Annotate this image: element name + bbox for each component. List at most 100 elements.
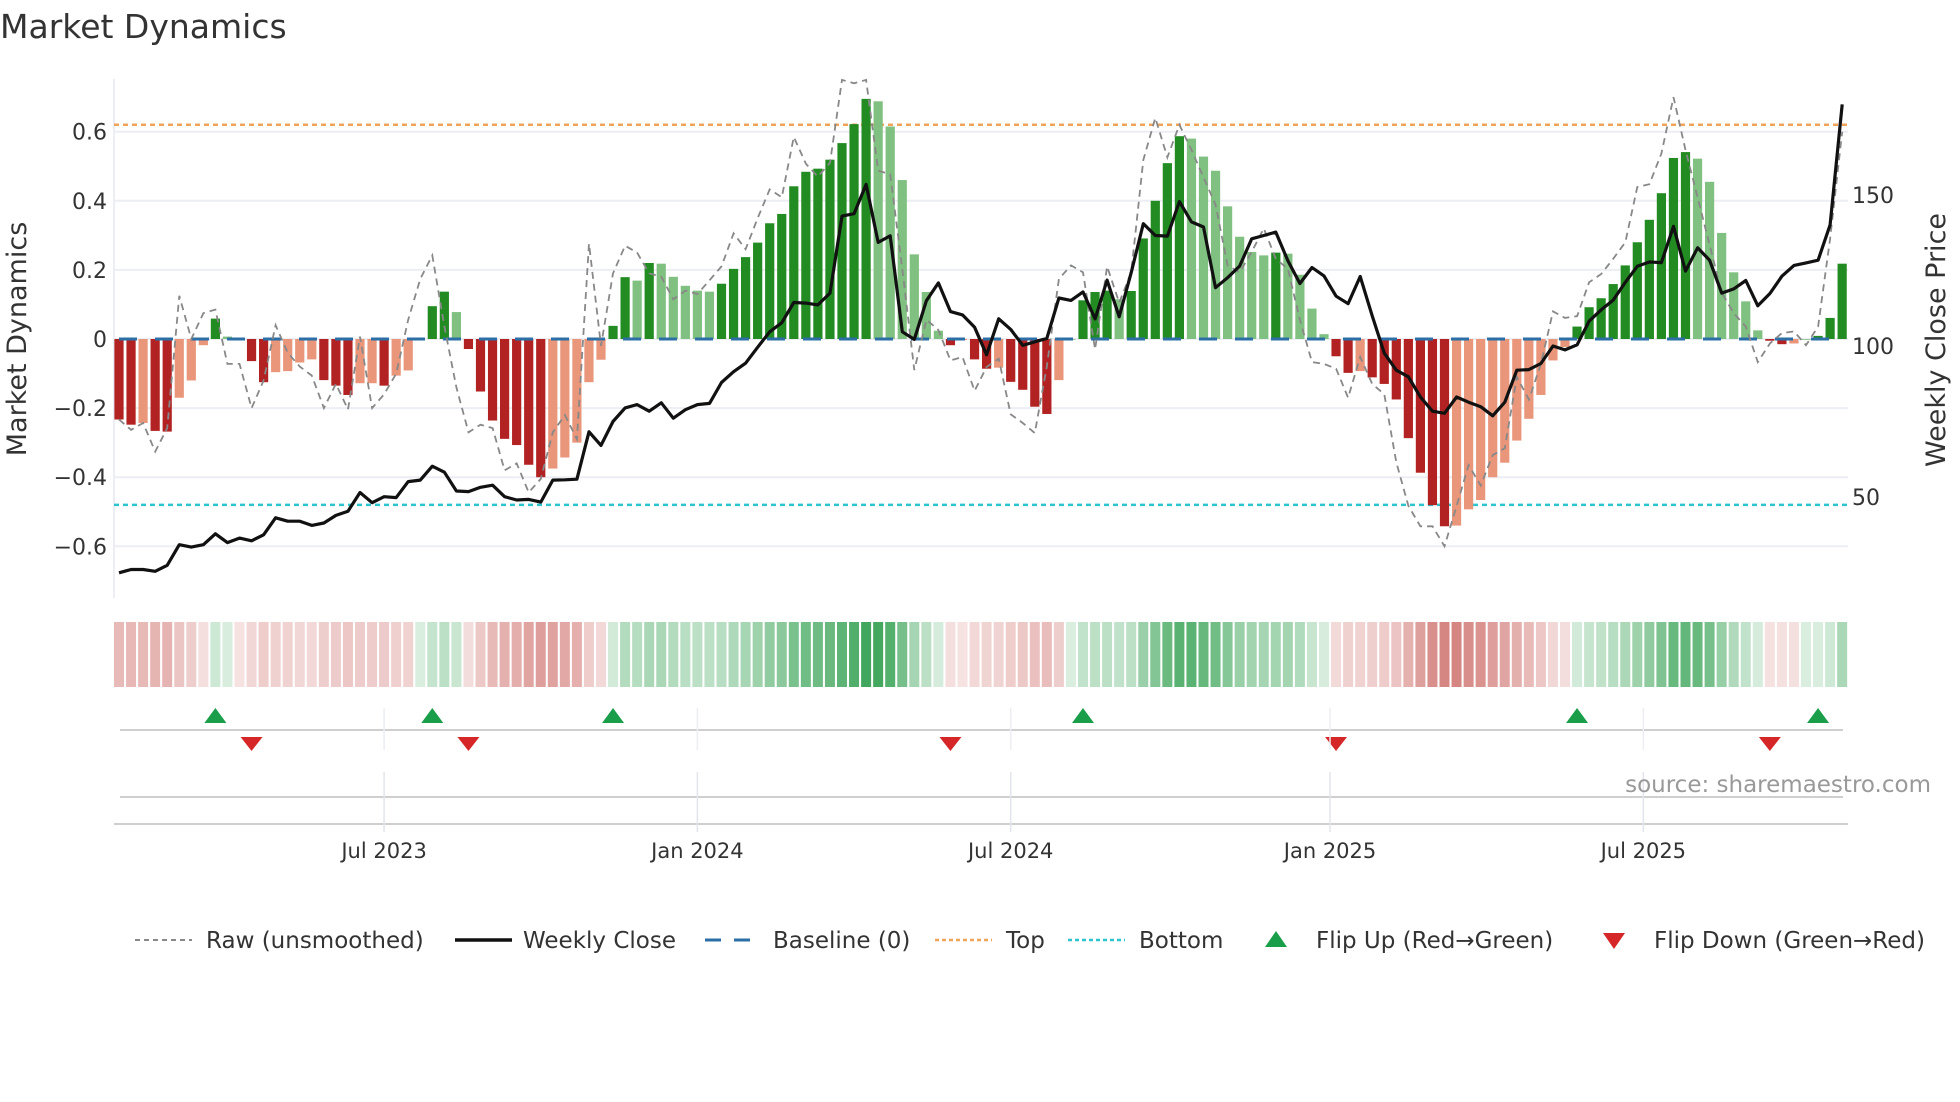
- dynamics-bar: [1765, 339, 1775, 341]
- heatmap-cell: [1825, 622, 1836, 687]
- dynamics-bar: [379, 339, 389, 386]
- heatmap-cell: [692, 622, 703, 687]
- heatmap-cell: [885, 622, 896, 687]
- x-tick-label: Jul 2023: [339, 839, 426, 863]
- heatmap-cell: [1463, 622, 1474, 687]
- dynamics-bar: [331, 339, 341, 386]
- heatmap-cell: [1053, 622, 1064, 687]
- regime-heatmap-strip: [114, 622, 1848, 687]
- heatmap-cell: [1523, 622, 1534, 687]
- dynamics-bar: [1271, 252, 1281, 339]
- dynamics-bar: [1006, 339, 1016, 382]
- dynamics-bar: [885, 126, 895, 339]
- heatmap-cell: [969, 622, 980, 687]
- y-tick-label: −0.2: [54, 397, 107, 422]
- heatmap-cell: [1427, 622, 1438, 687]
- flip-markers-lane: [120, 708, 1843, 798]
- heatmap-cell: [1451, 622, 1462, 687]
- heatmap-cell: [475, 622, 486, 687]
- heatmap-cell: [1788, 622, 1799, 687]
- heatmap-cell: [812, 622, 823, 687]
- dynamics-bar: [692, 290, 702, 339]
- heatmap-cell: [1801, 622, 1811, 687]
- heatmap-cell: [258, 622, 269, 687]
- flip-up-marker: [204, 708, 227, 723]
- heatmap-cell: [1608, 622, 1619, 687]
- heatmap-cell: [583, 622, 594, 687]
- heatmap-cell: [764, 622, 775, 687]
- dynamics-bar: [620, 277, 630, 339]
- heatmap-cell: [391, 622, 402, 687]
- heatmap-cell: [523, 622, 534, 687]
- dynamics-bars: [114, 98, 1847, 527]
- flip-up-marker: [1072, 708, 1094, 723]
- dynamics-bar: [753, 242, 763, 339]
- heatmap-cell: [1367, 622, 1378, 687]
- flip-down-icon: [1603, 933, 1625, 949]
- heatmap-cell: [150, 622, 161, 687]
- dynamics-bar: [1138, 238, 1148, 339]
- dynamics-bar: [1054, 339, 1064, 381]
- heatmap-cell: [800, 622, 811, 687]
- dynamics-bar: [1235, 236, 1245, 339]
- heatmap-cell: [1174, 622, 1185, 687]
- heatmap-cell: [535, 622, 546, 687]
- heatmap-cell: [1499, 622, 1510, 687]
- heatmap-cell: [776, 622, 787, 687]
- dynamics-bar: [1247, 251, 1257, 339]
- x-tick-label: Jul 2025: [1599, 839, 1686, 863]
- dynamics-bar: [1126, 290, 1136, 339]
- heatmap-cell: [1126, 622, 1137, 687]
- heatmap-cell: [1186, 622, 1197, 687]
- flip-up-marker: [1566, 708, 1589, 723]
- dynamics-bar: [126, 339, 136, 425]
- heatmap-cell: [1246, 622, 1257, 687]
- heatmap-cell: [1222, 622, 1233, 687]
- dynamics-bar: [463, 339, 474, 350]
- heatmap-cell: [246, 622, 257, 687]
- heatmap-cell: [620, 622, 631, 687]
- dynamics-bar: [1741, 301, 1751, 339]
- dynamics-bar: [668, 276, 678, 339]
- heatmap-cell: [1487, 622, 1498, 687]
- heatmap-cell: [1837, 622, 1848, 687]
- heatmap-cell: [1680, 622, 1691, 687]
- dynamics-bar: [994, 339, 1004, 368]
- dynamics-bar: [548, 339, 558, 469]
- dynamics-bar: [427, 306, 437, 339]
- dynamics-bar: [500, 339, 510, 439]
- dynamics-bar: [741, 257, 751, 339]
- dynamics-bar: [1259, 255, 1269, 339]
- dynamics-bar: [475, 339, 486, 392]
- dynamics-bar: [174, 339, 184, 398]
- flip-down-marker: [1758, 737, 1781, 751]
- heatmap-cell: [1198, 622, 1209, 687]
- heatmap-cell: [1041, 622, 1052, 687]
- flip-down-marker: [240, 737, 263, 751]
- heatmap-cell: [1740, 622, 1751, 687]
- x-tick-label: Jan 2024: [649, 839, 744, 863]
- dynamics-bar: [536, 339, 546, 478]
- legend-label: Top: [1005, 928, 1045, 954]
- legend-label: Weekly Close: [523, 928, 676, 954]
- heatmap-cell: [1017, 622, 1028, 687]
- heatmap-cell: [1439, 622, 1450, 687]
- dynamics-bar: [1102, 290, 1112, 339]
- heatmap-cell: [1668, 622, 1679, 687]
- dynamics-bar: [512, 339, 522, 446]
- dynamics-bar: [849, 124, 859, 339]
- y2-tick-label: 50: [1852, 486, 1880, 511]
- dynamics-bar: [1729, 272, 1739, 339]
- heatmap-cell: [1511, 622, 1522, 687]
- chart-title: Market Dynamics: [0, 7, 287, 46]
- dynamics-bar: [162, 339, 172, 432]
- dynamics-bar: [283, 339, 293, 372]
- heatmap-cell: [367, 622, 378, 687]
- dynamics-bar: [1174, 136, 1184, 339]
- heatmap-cell: [1150, 622, 1161, 687]
- heatmap-cell: [680, 622, 691, 687]
- heatmap-cell: [1584, 622, 1595, 687]
- heatmap-cell: [656, 622, 667, 687]
- heatmap-cell: [1813, 622, 1824, 687]
- legend: Raw (unsmoothed) Weekly Close Baseline (0)…: [135, 928, 1925, 954]
